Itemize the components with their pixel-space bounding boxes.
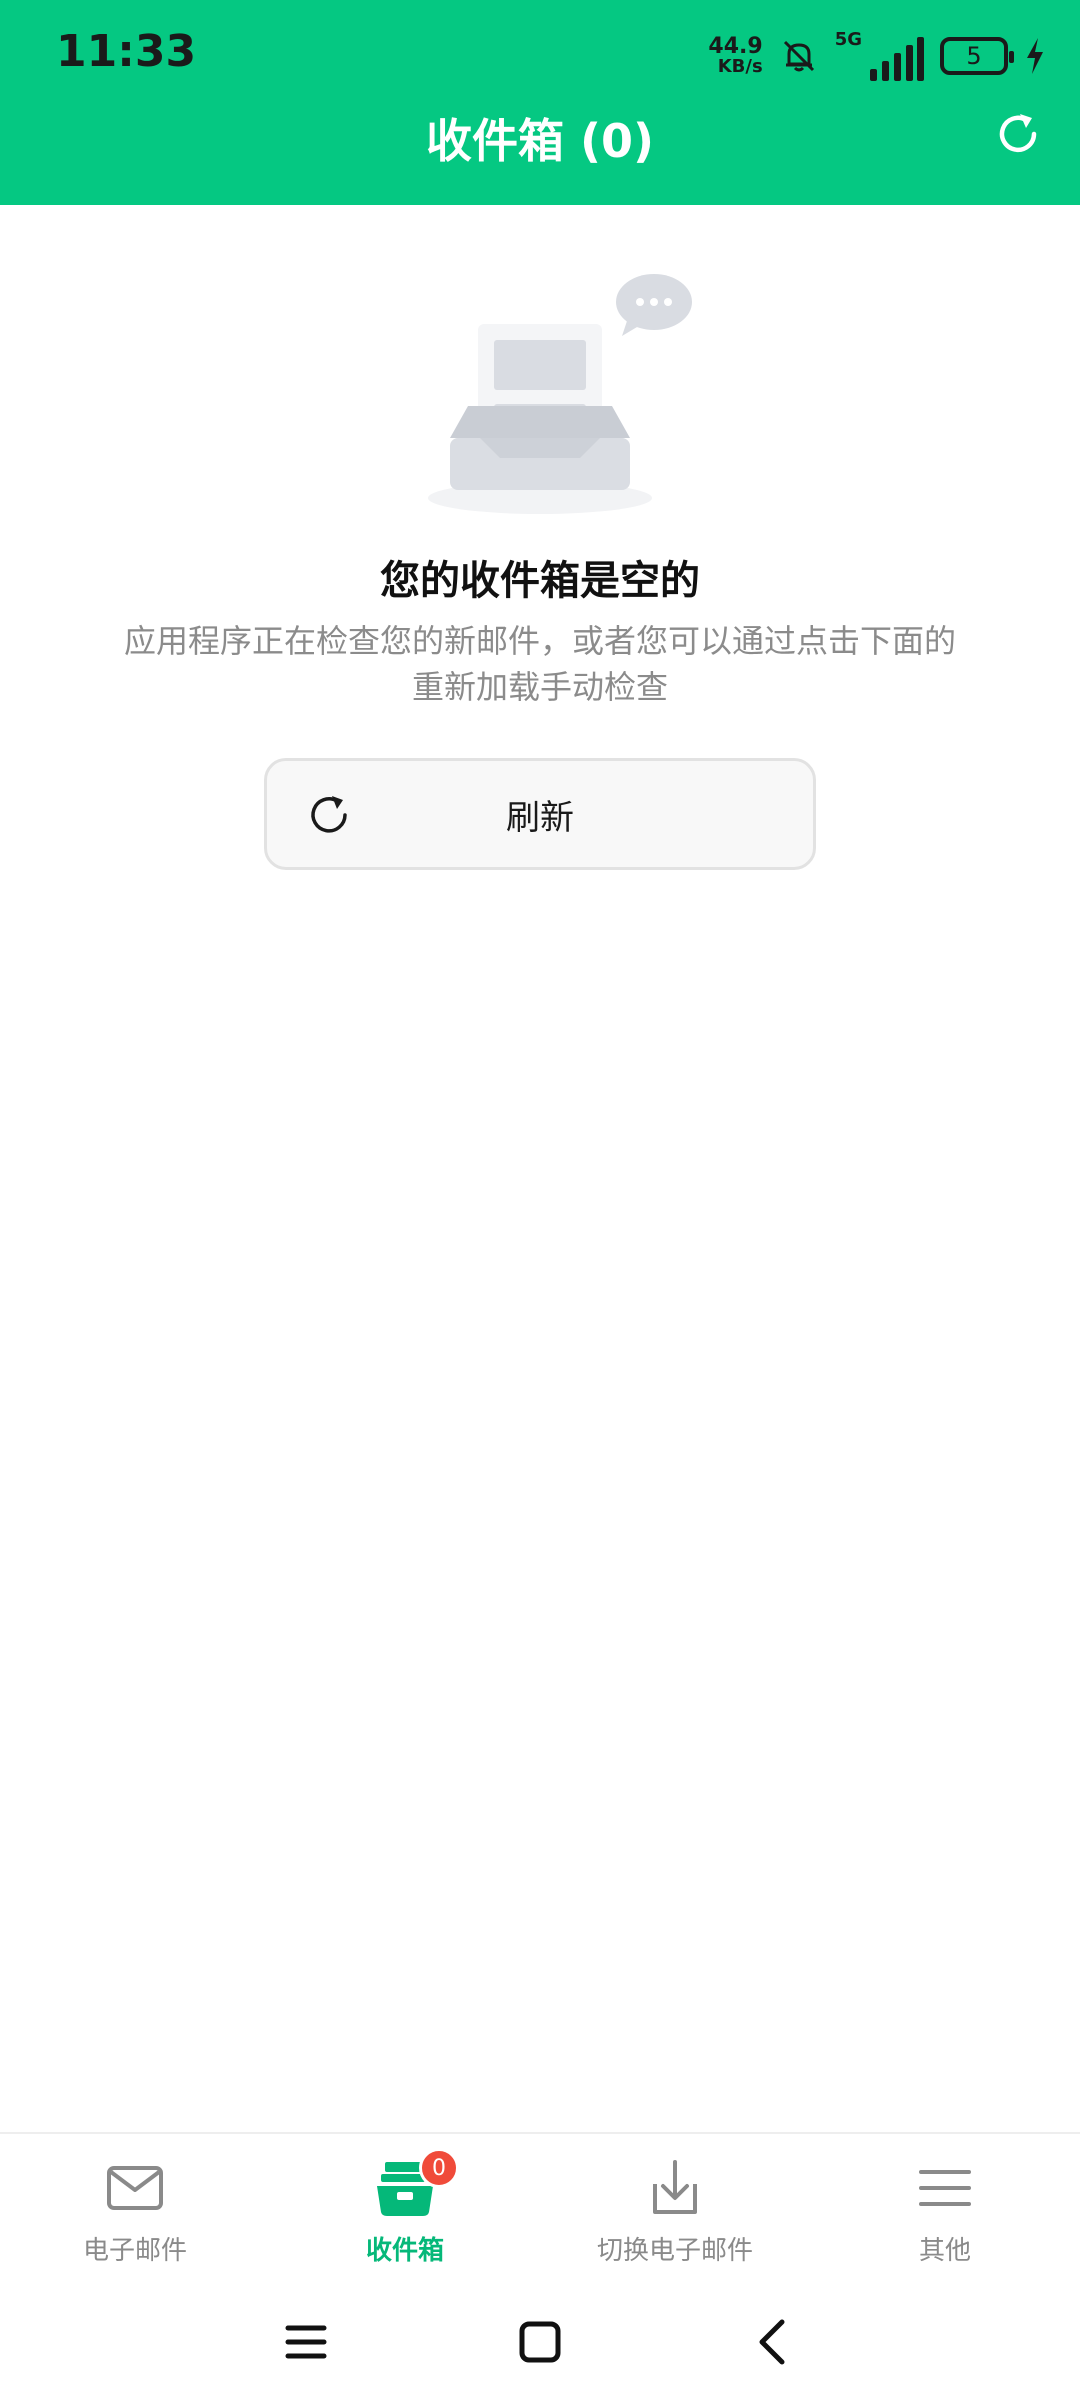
- back-icon[interactable]: [744, 2312, 804, 2372]
- nav-item-inbox[interactable]: 0 收件箱: [270, 2134, 540, 2282]
- page-title: 收件箱 (0): [425, 114, 655, 168]
- signal-bars-icon: [870, 37, 924, 81]
- empty-state-title: 您的收件箱是空的: [380, 558, 700, 604]
- app-header: 11:33 44.9 KB/s 5G 5 收件箱 (0): [0, 0, 1080, 205]
- refresh-button[interactable]: 刷新: [264, 758, 816, 870]
- nav-item-label: 收件箱: [365, 2236, 444, 2266]
- charging-icon: [1027, 38, 1043, 74]
- refresh-icon: [311, 796, 347, 833]
- nav-item-label: 其他: [918, 2236, 971, 2266]
- empty-state-description: 应用程序正在检查您的新邮件，或者您可以通过点击下面的重新加载手动检查: [123, 622, 956, 706]
- menu-icon: [919, 2170, 971, 2206]
- nav-item-more[interactable]: 其他: [810, 2134, 1080, 2282]
- recent-apps-icon[interactable]: [276, 2312, 336, 2372]
- home-icon[interactable]: [510, 2312, 570, 2372]
- battery-icon: 5: [940, 37, 1014, 75]
- bottom-nav: 电子邮件 0 收件箱 切换电子邮件 其他: [0, 2132, 1080, 2282]
- nav-item-label: 切换电子邮件: [596, 2236, 753, 2266]
- network-speed-unit: KB/s: [717, 56, 763, 77]
- nav-item-email[interactable]: 电子邮件: [0, 2134, 270, 2282]
- refresh-button-label: 刷新: [506, 797, 574, 838]
- battery-level: 5: [966, 42, 982, 70]
- refresh-icon[interactable]: [990, 106, 1046, 162]
- inbox-tab-icon-wrap: 0: [373, 2148, 459, 2220]
- empty-inbox-illustration: [428, 274, 692, 514]
- bell-muted-icon: [783, 40, 814, 72]
- download-icon: [653, 2160, 697, 2214]
- cell-signal: 5G: [835, 31, 924, 81]
- network-speed: 44.9 KB/s: [708, 36, 762, 76]
- status-time: 11:33: [56, 26, 197, 77]
- status-icons: 44.9 KB/s 5G 5: [708, 26, 1046, 86]
- network-speed-value: 44.9: [708, 34, 763, 59]
- unread-count-badge: 0: [419, 2148, 459, 2188]
- nav-item-switch-email[interactable]: 切换电子邮件: [540, 2134, 810, 2282]
- system-nav-bar: [0, 2282, 1080, 2400]
- nav-item-label: 电子邮件: [82, 2236, 187, 2266]
- signal-label: 5G: [834, 29, 862, 50]
- mail-icon: [107, 2166, 163, 2210]
